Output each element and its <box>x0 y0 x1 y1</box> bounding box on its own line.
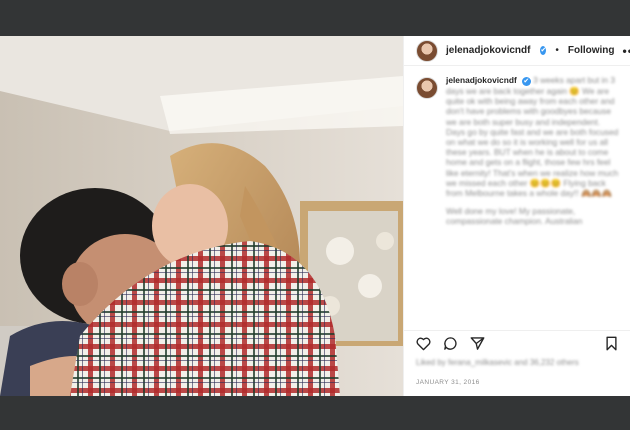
post-date[interactable]: JANUARY 31, 2016 <box>416 379 480 386</box>
comment-bubble-icon[interactable] <box>443 336 458 351</box>
following-button[interactable]: Following <box>568 45 615 56</box>
caption-username[interactable]: jelenadjokovicndf <box>446 75 517 85</box>
instagram-post: jelenadjokovicndf ✔ • Following ••• jele… <box>0 36 630 396</box>
header-username[interactable]: jelenadjokovicndf <box>446 45 530 56</box>
paper-plane-icon[interactable] <box>470 336 485 351</box>
bookmark-icon[interactable] <box>605 336 618 351</box>
post-photo[interactable] <box>0 36 403 396</box>
caption-body: 3 weeks apart but in 3 days we are back … <box>446 75 619 199</box>
post-side-panel: jelenadjokovicndf ✔ • Following ••• jele… <box>403 36 630 396</box>
post-header: jelenadjokovicndf ✔ • Following ••• <box>404 36 630 66</box>
caption-text-block: jelenadjokovicndf ✔ 3 weeks apart but in … <box>446 75 620 227</box>
post-actions <box>404 330 630 356</box>
heart-outline-icon[interactable] <box>416 337 431 351</box>
caption-avatar[interactable] <box>416 77 438 99</box>
verified-badge-icon: ✔ <box>540 46 547 55</box>
caption-verified-badge-icon: ✔ <box>521 77 531 86</box>
post-photo-image <box>0 36 403 396</box>
likes-summary[interactable]: Liked by ferana_milkasevic and 36,232 ot… <box>416 358 620 367</box>
caption-body-2: Well done my love! My passionate, compas… <box>446 206 583 227</box>
avatar[interactable] <box>416 39 438 62</box>
caption-area: jelenadjokovicndf ✔ 3 weeks apart but in … <box>404 67 630 329</box>
more-options-icon[interactable]: ••• <box>623 44 630 58</box>
header-separator: • <box>555 45 559 56</box>
